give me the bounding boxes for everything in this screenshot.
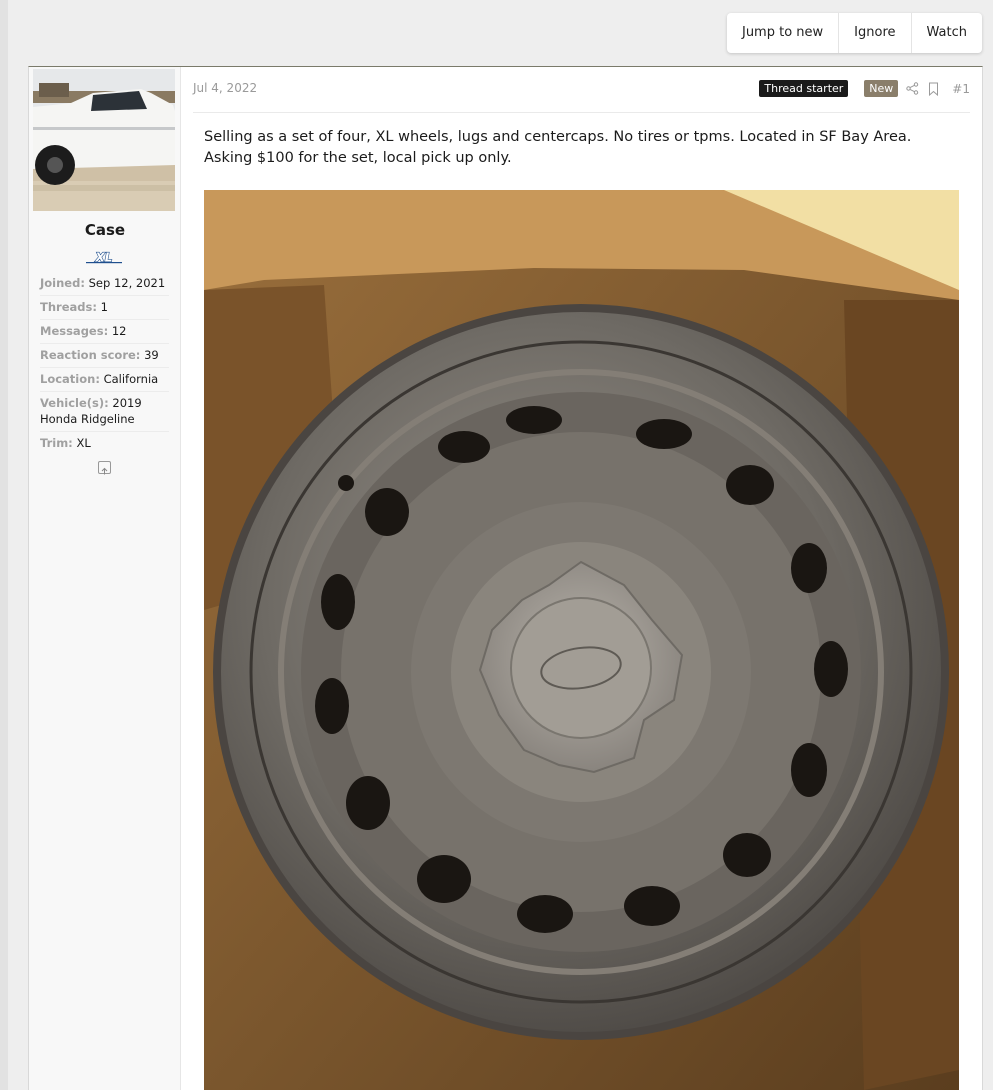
user-sidebar: Case XL Joined: Sep 12, 2021 Threads: 1 … [29, 67, 181, 1090]
stat-reaction-score: Reaction score: 39 [40, 344, 169, 368]
stat-trim: Trim: XL [40, 436, 91, 450]
user-stats: Joined: Sep 12, 2021 Threads: 1 Messages… [40, 272, 169, 455]
xl-trim-badge: XL [85, 249, 123, 265]
post-container: Case XL Joined: Sep 12, 2021 Threads: 1 … [28, 66, 983, 1090]
post-date[interactable]: Jul 4, 2022 [193, 81, 257, 95]
post-number-link[interactable]: #1 [952, 82, 970, 96]
watch-button[interactable]: Watch [912, 13, 982, 53]
post-body: Selling as a set of four, XL wheels, lug… [204, 129, 912, 166]
header-divider [193, 112, 970, 113]
post-main: Jul 4, 2022 Thread starter New #1 Sellin… [181, 67, 982, 1090]
username[interactable]: Case [29, 221, 181, 239]
post-header-actions: Thread starter New #1 [759, 80, 970, 97]
stat-threads: Threads: 1 [40, 296, 169, 320]
jump-to-new-button[interactable]: Jump to new [727, 13, 840, 53]
bookmark-icon[interactable] [927, 82, 940, 96]
share-icon[interactable] [906, 82, 919, 95]
new-badge: New [864, 80, 899, 97]
thread-action-bar: Jump to new Ignore Watch [726, 13, 982, 53]
svg-text:XL: XL [95, 251, 113, 265]
avatar[interactable] [33, 69, 175, 211]
stat-vehicles: Vehicle(s): 2019 Honda Ridgeline [40, 392, 169, 432]
stat-location: Location: California [40, 368, 169, 392]
expand-user-info-button[interactable] [98, 461, 111, 475]
left-gutter [0, 0, 8, 1090]
stat-joined: Joined: Sep 12, 2021 [40, 272, 169, 296]
ignore-button[interactable]: Ignore [839, 13, 912, 53]
wheel-photo[interactable] [204, 190, 959, 1090]
stat-messages: Messages: 12 [40, 320, 169, 344]
arrow-up-icon [101, 467, 108, 475]
thread-starter-badge: Thread starter [759, 80, 849, 97]
